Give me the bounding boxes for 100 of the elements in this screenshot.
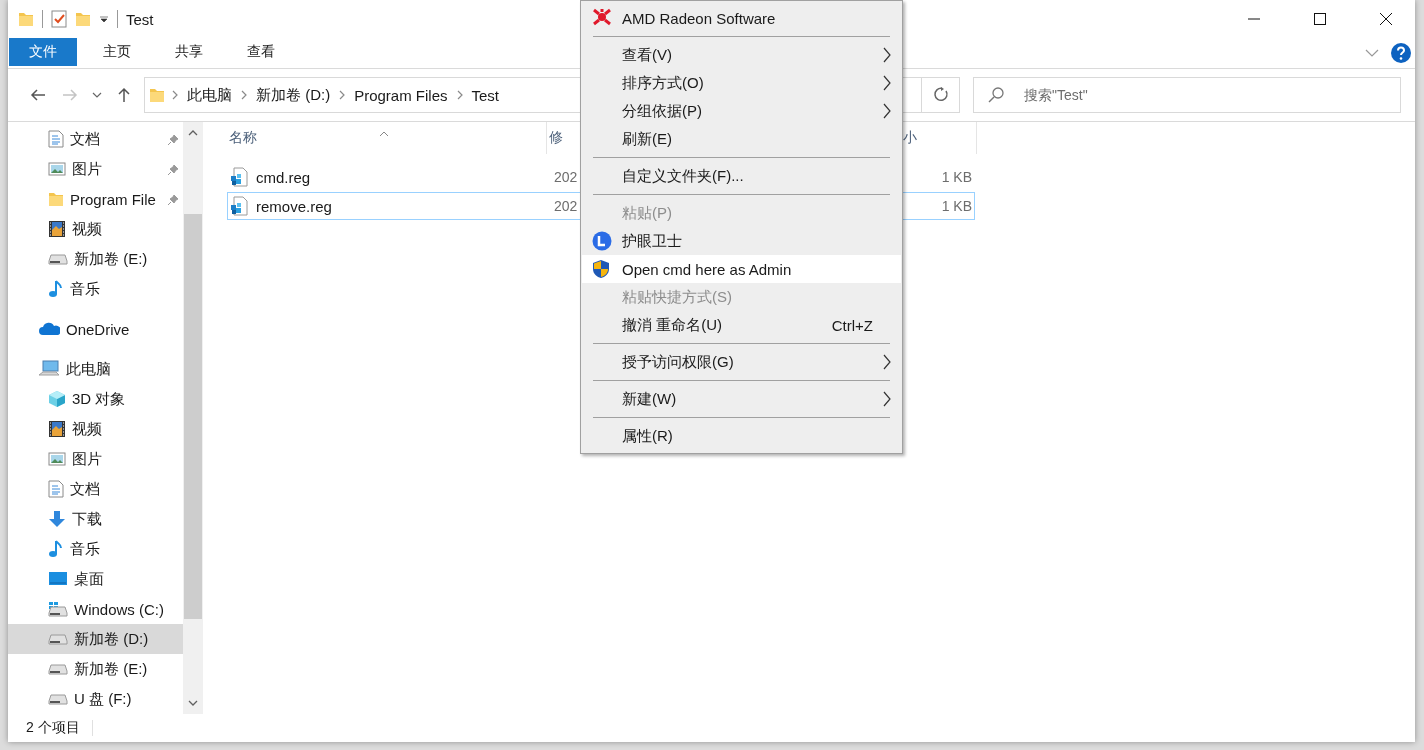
minimize-icon bbox=[1248, 18, 1260, 20]
nav-label: 文档 bbox=[70, 479, 100, 499]
desktop-icon bbox=[48, 571, 68, 587]
nav-label: Windows (C:) bbox=[74, 600, 164, 618]
menu-item[interactable]: 自定义文件夹(F)... bbox=[582, 162, 901, 190]
nav-item[interactable]: 3D 对象 bbox=[8, 384, 183, 414]
nav-label: 图片 bbox=[72, 159, 102, 179]
maximize-icon bbox=[1314, 13, 1326, 25]
ribbon-tab[interactable]: 查看 bbox=[229, 38, 293, 66]
nav-item[interactable]: 新加卷 (D:) bbox=[8, 624, 183, 654]
nav-label: 桌面 bbox=[74, 569, 104, 589]
ribbon-tab[interactable]: 文件 bbox=[9, 38, 77, 66]
computer-icon bbox=[38, 360, 60, 378]
drive-icon bbox=[48, 633, 68, 645]
nav-item[interactable]: 视频 bbox=[8, 214, 183, 244]
up-arrow-icon bbox=[117, 87, 131, 103]
folder-icon bbox=[48, 191, 64, 207]
document-icon bbox=[48, 480, 64, 498]
nav-item[interactable]: 视频 bbox=[8, 414, 183, 444]
down-arrow-icon bbox=[48, 510, 66, 528]
nav-label: 视频 bbox=[72, 419, 102, 439]
window-title: Test bbox=[126, 10, 154, 28]
chevron-right-icon bbox=[338, 90, 347, 100]
nav-item[interactable]: 下载 bbox=[8, 504, 183, 534]
chevron-right-icon bbox=[455, 90, 464, 100]
folder-icon bbox=[75, 11, 91, 27]
refresh-icon bbox=[932, 87, 949, 103]
registry-file-icon bbox=[230, 196, 248, 216]
column-header[interactable]: 名称 bbox=[227, 122, 547, 154]
chevron-right-icon bbox=[240, 90, 248, 100]
search-field[interactable]: 搜索"Test" bbox=[973, 77, 1401, 113]
breadcrumb[interactable]: 此电脑 bbox=[185, 85, 234, 105]
drive-icon bbox=[48, 693, 68, 705]
search-icon bbox=[988, 87, 1004, 103]
nav-label: 新加卷 (E:) bbox=[74, 249, 148, 269]
nav-label: 3D 对象 bbox=[72, 389, 126, 409]
nav-label: 文档 bbox=[70, 129, 100, 149]
menu-item[interactable]: 新建(W) bbox=[582, 385, 901, 413]
scrollbar[interactable] bbox=[183, 122, 203, 714]
chevron-down-icon bbox=[92, 92, 102, 98]
music-note-icon bbox=[48, 539, 64, 559]
breadcrumb[interactable]: Program Files bbox=[352, 86, 450, 104]
folder-icon bbox=[18, 11, 34, 27]
nav-item[interactable]: 桌面 bbox=[8, 564, 183, 594]
help-icon[interactable] bbox=[1391, 43, 1411, 63]
dropdown-caret-icon[interactable] bbox=[99, 15, 109, 23]
registry-file-icon bbox=[230, 167, 248, 187]
nav-item[interactable]: 音乐 bbox=[8, 534, 183, 564]
nav-item[interactable]: Windows (C:) bbox=[8, 594, 183, 624]
ribbon-tab[interactable]: 主页 bbox=[85, 38, 149, 66]
back-arrow-icon bbox=[30, 88, 46, 102]
burst-logo-icon bbox=[592, 8, 612, 26]
nav-label: U 盘 (F:) bbox=[74, 689, 132, 709]
nav-label: 音乐 bbox=[70, 539, 100, 559]
nav-item[interactable]: 图片 bbox=[8, 154, 183, 184]
menu-item[interactable]: 查看(V) bbox=[582, 41, 901, 69]
menu-item[interactable]: Open cmd here as Admin bbox=[582, 255, 901, 283]
checklist-icon[interactable] bbox=[51, 10, 67, 28]
refresh-button[interactable] bbox=[922, 77, 960, 113]
nav-label: OneDrive bbox=[66, 320, 130, 338]
date-cell: 202 bbox=[554, 198, 578, 214]
cube-icon bbox=[48, 390, 66, 408]
breadcrumb[interactable]: Test bbox=[469, 86, 502, 104]
drive-icon bbox=[48, 253, 68, 265]
nav-item[interactable]: 文档 bbox=[8, 124, 183, 154]
menu-item[interactable]: 撤消 重命名(U) Ctrl+Z bbox=[582, 311, 901, 339]
nav-label: 下载 bbox=[72, 509, 102, 529]
shield-icon bbox=[592, 259, 610, 279]
menu-item[interactable]: 授予访问权限(G) bbox=[582, 348, 901, 376]
pin-icon bbox=[167, 134, 179, 146]
ribbon-tab[interactable]: 共享 bbox=[157, 38, 221, 66]
forward-arrow-icon bbox=[62, 88, 78, 102]
nav-item[interactable]: U 盘 (F:) bbox=[8, 684, 183, 714]
nav-item[interactable]: 音乐 bbox=[8, 274, 183, 304]
menu-item[interactable]: AMD Radeon Software bbox=[582, 4, 901, 32]
item-count: 2 个项目 bbox=[26, 719, 80, 737]
pin-icon bbox=[167, 164, 179, 176]
document-icon bbox=[48, 130, 64, 148]
nav-item[interactable]: 图片 bbox=[8, 444, 183, 474]
nav-label: 新加卷 (D:) bbox=[74, 629, 149, 649]
nav-item[interactable]: 文档 bbox=[8, 474, 183, 504]
menu-item[interactable]: 属性(R) bbox=[582, 422, 901, 450]
nav-label: 视频 bbox=[72, 219, 102, 239]
nav-item[interactable]: OneDrive bbox=[8, 314, 183, 344]
chevron-right-icon bbox=[171, 90, 179, 100]
menu-item[interactable]: 护眼卫士 bbox=[582, 227, 901, 255]
folder-icon bbox=[149, 87, 165, 103]
close-icon bbox=[1379, 12, 1393, 26]
scroll-up-icon bbox=[188, 130, 198, 136]
nav-item[interactable]: 新加卷 (E:) bbox=[8, 654, 183, 684]
nav-item[interactable]: Program File bbox=[8, 184, 183, 214]
nav-label: 音乐 bbox=[70, 279, 100, 299]
nav-item[interactable]: 此电脑 bbox=[8, 354, 183, 384]
breadcrumb[interactable]: 新加卷 (D:) bbox=[254, 85, 333, 105]
size-cell-text: 1 KB bbox=[940, 198, 973, 214]
sort-caret-icon bbox=[379, 131, 389, 137]
round-badge-icon bbox=[592, 231, 612, 251]
expand-ribbon-icon[interactable] bbox=[1365, 49, 1379, 57]
nav-item[interactable]: 新加卷 (E:) bbox=[8, 244, 183, 274]
shortcut-text: Ctrl+Z bbox=[831, 316, 873, 334]
